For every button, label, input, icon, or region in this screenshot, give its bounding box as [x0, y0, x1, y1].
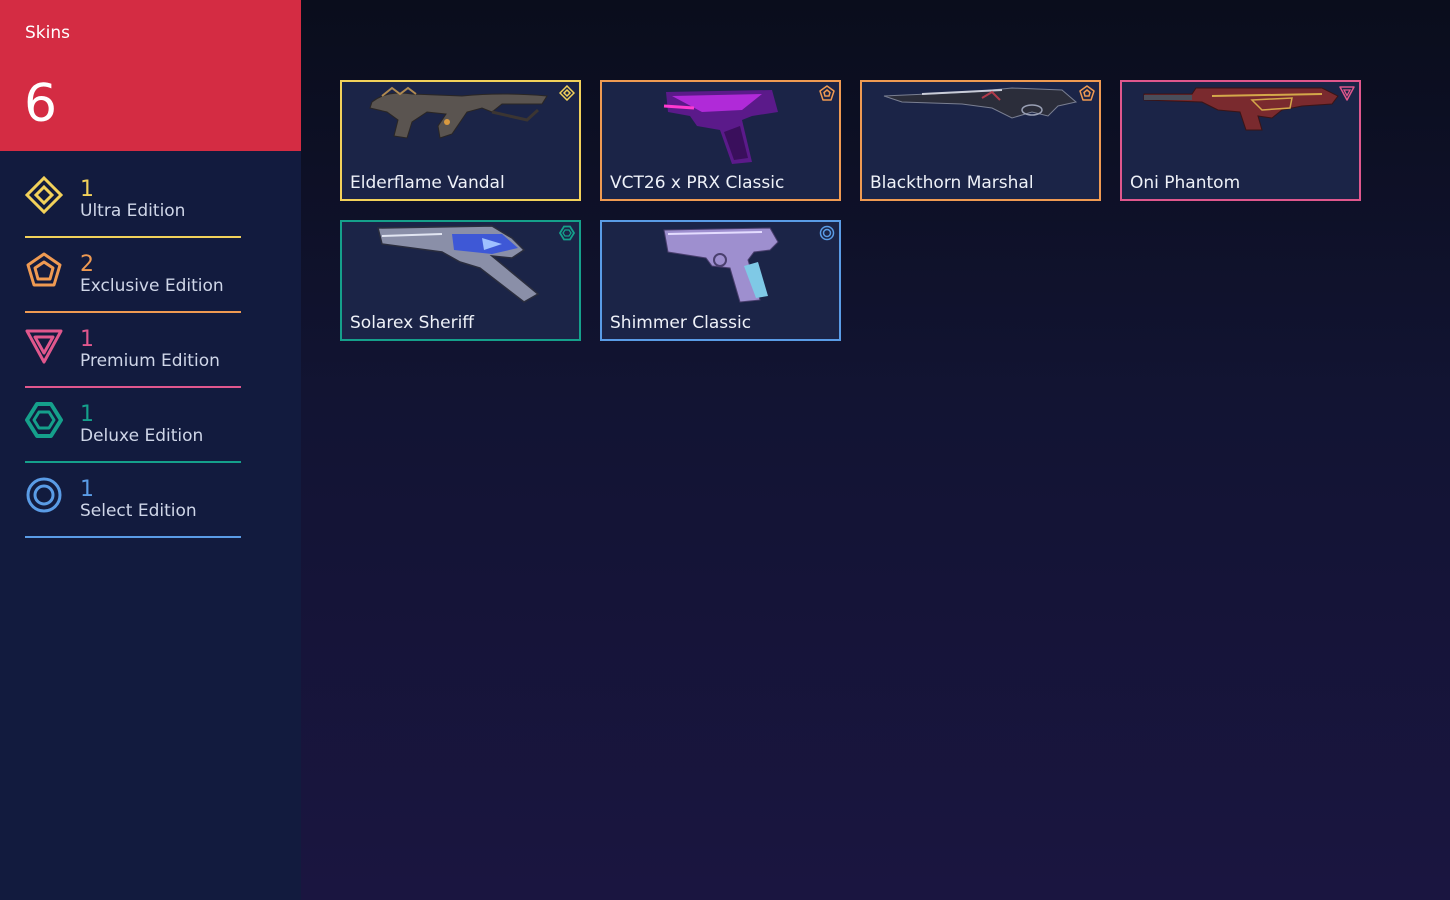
select-edition-icon [26, 477, 62, 513]
tier-count: 1 [80, 477, 94, 502]
vct26-prx-classic-image [663, 90, 778, 164]
shimmer-classic-image [663, 227, 779, 303]
tier-exclusive-edition[interactable]: 2 Exclusive Edition [25, 241, 241, 313]
skin-card-shimmer-classic[interactable]: Shimmer Classic [600, 220, 841, 341]
ultra-edition-icon [25, 176, 63, 214]
tier-deluxe-edition[interactable]: 1 Deluxe Edition [25, 391, 241, 463]
tier-count: 1 [80, 177, 94, 202]
skin-name: VCT26 x PRX Classic [610, 173, 785, 193]
tier-premium-edition[interactable]: 1 Premium Edition [25, 316, 241, 388]
premium-edition-icon [25, 329, 63, 364]
blackthorn-marshal-image [883, 87, 1078, 119]
tier-count: 2 [80, 252, 94, 277]
skins-title: Skins [25, 23, 70, 43]
skin-card-solarex-sheriff[interactable]: Solarex Sheriff [340, 220, 581, 341]
skin-card-vct26-prx-classic[interactable]: VCT26 x PRX Classic [600, 80, 841, 201]
tier-label: Premium Edition [80, 351, 220, 371]
sidebar: Skins 6 1 Ultra Edition 2 Exclusive Edit… [0, 0, 301, 900]
tier-count: 1 [80, 327, 94, 352]
deluxe-edition-icon [25, 402, 63, 438]
tier-label: Exclusive Edition [80, 276, 224, 296]
skin-card-elderflame-vandal[interactable]: Elderflame Vandal [340, 80, 581, 201]
skin-name: Blackthorn Marshal [870, 173, 1034, 193]
skin-name: Elderflame Vandal [350, 173, 505, 193]
skins-total-count: 6 [24, 74, 58, 134]
select-edition-icon [819, 225, 835, 241]
solarex-sheriff-image [377, 225, 540, 303]
skin-name: Solarex Sheriff [350, 313, 475, 333]
premium-edition-icon [1339, 86, 1355, 101]
exclusive-edition-icon [26, 252, 62, 287]
tier-select-edition[interactable]: 1 Select Edition [25, 466, 241, 538]
deluxe-edition-icon [559, 225, 575, 241]
skin-name: Shimmer Classic [610, 313, 752, 333]
exclusive-edition-icon [819, 85, 835, 101]
tier-count: 1 [80, 402, 94, 427]
skin-card-oni-phantom[interactable]: Oni Phantom [1120, 80, 1361, 201]
tier-label: Deluxe Edition [80, 426, 204, 446]
oni-phantom-image [1143, 87, 1339, 131]
exclusive-edition-icon [1079, 85, 1095, 101]
tier-label: Ultra Edition [80, 201, 186, 221]
ultra-edition-icon [559, 85, 575, 101]
tier-label: Select Edition [80, 501, 197, 521]
skin-card-blackthorn-marshal[interactable]: Blackthorn Marshal [860, 80, 1101, 201]
skins-summary-header: Skins 6 [0, 0, 301, 151]
skin-name: Oni Phantom [1130, 173, 1241, 193]
elderflame-vandal-image [369, 86, 548, 139]
tier-ultra-edition[interactable]: 1 Ultra Edition [25, 166, 241, 238]
